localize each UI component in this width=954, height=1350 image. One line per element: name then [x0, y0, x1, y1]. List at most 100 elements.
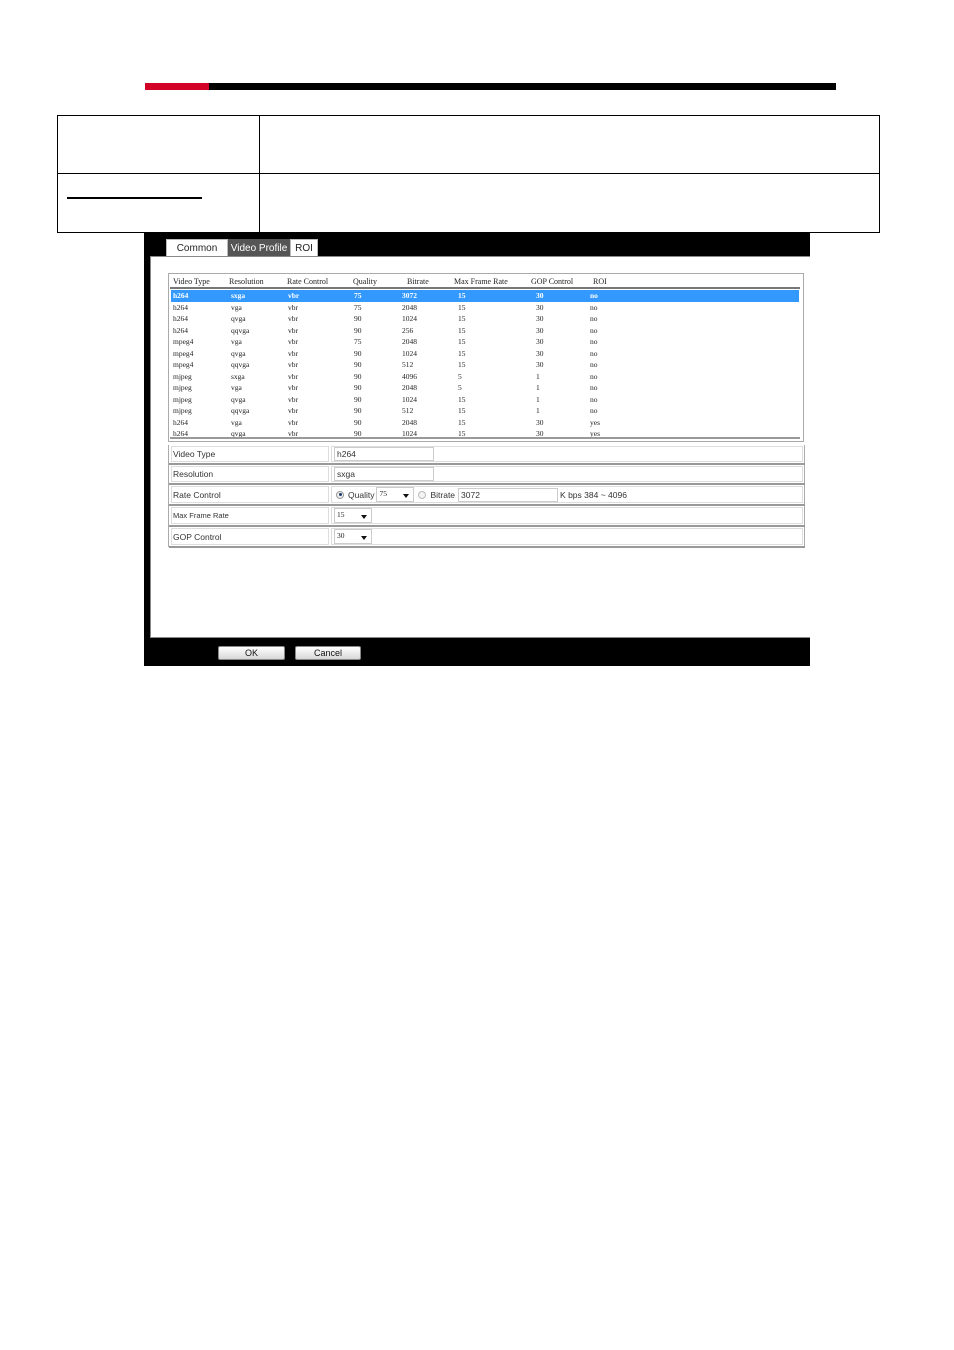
gop-control-value: 30	[337, 531, 345, 540]
underline-rule	[67, 197, 202, 199]
table-row[interactable]: h264 vga vbr 90 2048 15 30 yes	[171, 417, 799, 429]
profile-list-header: Video Type Resolution Rate Control Quali…	[171, 277, 799, 287]
cell-quality: 90	[354, 348, 362, 358]
cell-max-frame-rate: 5	[458, 383, 462, 392]
cell-quality: 90	[354, 406, 362, 415]
cell-bitrate: 256	[402, 325, 414, 335]
cell-resolution: vga	[231, 383, 242, 392]
cell-roi: no	[590, 337, 598, 346]
cell-max-frame-rate: 15	[458, 291, 466, 300]
column-header-roi: ROI	[593, 277, 607, 286]
tab-common[interactable]: Common	[166, 239, 228, 256]
cell-gop-control: 30	[536, 417, 544, 427]
cell-resolution: vga	[231, 417, 242, 427]
table-row[interactable]: mjpeg qqvga vbr 90 512 15 1 no	[171, 405, 799, 417]
bitrate-radio-label: Bitrate	[430, 489, 456, 500]
bitrate-range-hint: K bps 384 ~ 4096	[560, 489, 627, 500]
profile-list[interactable]: Video Type Resolution Rate Control Quali…	[168, 273, 804, 442]
bitrate-input[interactable]: 3072	[458, 487, 559, 502]
table-row[interactable]: mjpeg qvga vbr 90 1024 15 1 no	[171, 394, 799, 406]
table-row[interactable]: h264 qvga vbr 90 1024 15 30 no	[171, 313, 799, 325]
table-row[interactable]: mjpeg vga vbr 90 2048 5 1 no	[171, 382, 799, 394]
cell-max-frame-rate: 15	[458, 360, 466, 369]
chevron-down-icon	[361, 515, 367, 519]
cell-quality: 90	[354, 371, 362, 381]
table-row[interactable]: h264 sxga vbr 75 3072 15 30 no	[171, 290, 799, 302]
max-frame-rate-value: 15	[337, 510, 345, 519]
profile-form: Video Type h264 Resolution sxga Rate Con…	[168, 445, 805, 548]
cell-rate-control: vbr	[288, 383, 298, 392]
column-header-resolution: Resolution	[229, 277, 264, 286]
quality-select[interactable]: 75	[376, 487, 415, 502]
table-row[interactable]: h264 vga vbr 75 2048 15 30 no	[171, 302, 799, 314]
table-row[interactable]: mjpeg sxga vbr 90 4096 5 1 no	[171, 371, 799, 383]
cell-resolution: qqvga	[231, 360, 250, 369]
cell-resolution: qvga	[231, 394, 246, 404]
chevron-down-icon	[361, 536, 367, 540]
rate-control-cell: Quality 75 Bitrate 3072 K bps 384 ~ 4096	[331, 486, 803, 503]
cell-rate-control: vbr	[288, 291, 300, 300]
cell-gop-control: 30	[536, 337, 544, 346]
cell-rate-control: vbr	[288, 360, 298, 369]
gop-control-cell: 30	[331, 528, 803, 545]
cell-resolution: sxga	[231, 291, 246, 300]
cell-max-frame-rate: 15	[458, 394, 466, 404]
table-row[interactable]: mpeg4 vga vbr 75 2048 15 30 no	[171, 336, 799, 348]
cell-rate-control: vbr	[288, 337, 298, 346]
cell-video-type: mpeg4	[173, 348, 194, 358]
table-row[interactable]: h264 qqvga vbr 90 256 15 30 no	[171, 325, 799, 337]
video-type-cell: h264	[331, 446, 803, 462]
cell-rate-control: vbr	[288, 348, 298, 358]
form-row-video-type: Video Type h264	[169, 445, 805, 465]
cell-rate-control: vbr	[288, 394, 298, 404]
video-type-input[interactable]: h264	[334, 447, 434, 461]
page-header-bar	[145, 83, 836, 90]
ok-button[interactable]: OK	[218, 646, 285, 660]
cell-video-type: mpeg4	[173, 337, 194, 346]
cell-bitrate: 512	[402, 360, 414, 369]
cell-max-frame-rate: 15	[458, 337, 466, 346]
rate-control-label: Rate Control	[171, 486, 329, 503]
cell-video-type: mpeg4	[173, 360, 194, 369]
list-bottom-divider	[170, 437, 800, 439]
bitrate-radio[interactable]	[418, 490, 427, 499]
column-divider	[259, 116, 260, 232]
tab-video-profile[interactable]: Video Profile	[228, 239, 290, 256]
quality-radio[interactable]	[336, 490, 344, 499]
max-frame-rate-select[interactable]: 15	[334, 508, 372, 523]
cell-gop-control: 1	[536, 394, 540, 404]
gop-control-select[interactable]: 30	[334, 529, 372, 544]
form-row-max-frame-rate: Max Frame Rate 15	[169, 506, 805, 527]
cell-max-frame-rate: 15	[458, 325, 466, 335]
table-row[interactable]: mpeg4 qqvga vbr 90 512 15 30 no	[171, 359, 799, 371]
cell-video-type: mjpeg	[173, 406, 192, 415]
cell-gop-control: 30	[536, 325, 544, 335]
tab-bar: Common Video Profile ROI	[166, 239, 318, 256]
cell-rate-control: vbr	[288, 302, 298, 312]
cell-gop-control: 30	[536, 302, 544, 312]
resolution-cell: sxga	[331, 466, 803, 482]
column-header-bitrate: Bitrate	[407, 277, 429, 286]
header-accent	[145, 83, 209, 90]
cell-bitrate: 2048	[402, 337, 417, 346]
tab-roi[interactable]: ROI	[290, 239, 318, 256]
cell-quality: 75	[354, 302, 362, 312]
quality-radio-label: Quality	[348, 489, 375, 500]
column-header-quality: Quality	[353, 277, 377, 286]
cell-bitrate: 1024	[402, 348, 417, 358]
cell-gop-control: 1	[536, 383, 540, 392]
cell-resolution: vga	[231, 337, 242, 346]
resolution-input[interactable]: sxga	[334, 467, 434, 481]
cancel-button[interactable]: Cancel	[295, 646, 361, 660]
column-header-video-type: Video Type	[173, 277, 210, 286]
column-header-rate-control: Rate Control	[287, 277, 329, 286]
cell-video-type: h264	[173, 291, 189, 300]
cell-video-type: mjpeg	[173, 383, 192, 392]
cell-max-frame-rate: 15	[458, 417, 466, 427]
document-table-row	[58, 116, 879, 174]
table-row[interactable]: mpeg4 qvga vbr 90 1024 15 30 no	[171, 348, 799, 360]
form-row-rate-control: Rate Control Quality 75 Bitrate 3072 K b…	[169, 485, 805, 506]
cell-rate-control: vbr	[288, 325, 298, 335]
cell-quality: 90	[354, 383, 362, 392]
cell-resolution: qqvga	[231, 406, 250, 415]
